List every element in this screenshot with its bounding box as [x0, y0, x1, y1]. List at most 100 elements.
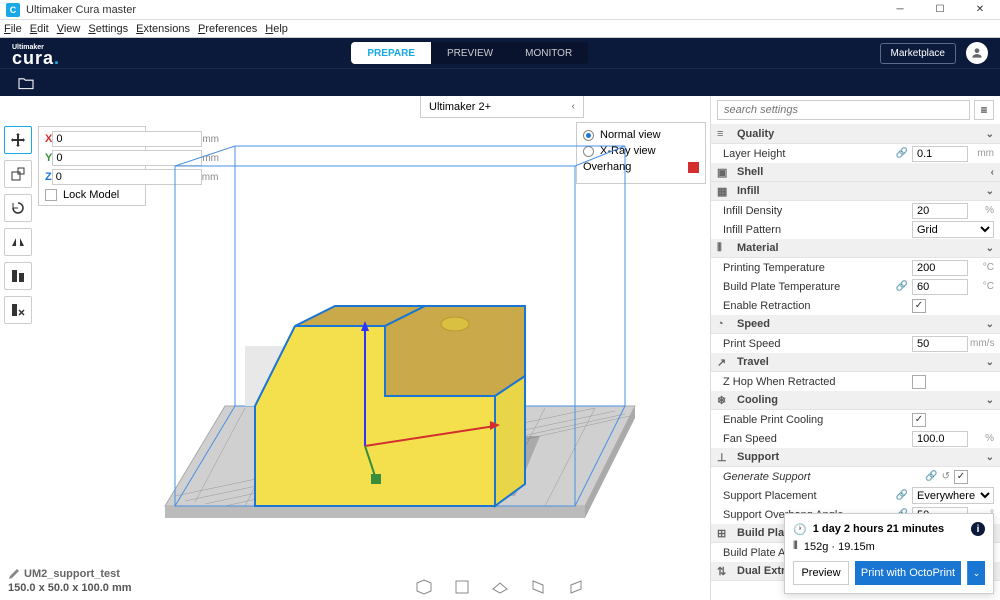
search-settings-input[interactable]	[717, 100, 970, 120]
layer-height-input[interactable]	[912, 146, 968, 162]
print-temp-input[interactable]	[912, 260, 968, 276]
print-speed-input[interactable]	[912, 336, 968, 352]
cat-quality[interactable]: ≡Quality⌄	[711, 125, 1000, 144]
travel-icon: ↗	[717, 356, 731, 369]
chevron-left-icon: ‹	[991, 167, 994, 178]
tab-preview[interactable]: PREVIEW	[431, 42, 509, 64]
cat-travel[interactable]: ↗Travel⌄	[711, 353, 1000, 372]
support-blocker-icon	[10, 302, 26, 318]
tool-per-model[interactable]	[4, 262, 32, 290]
3d-viewport[interactable]: Ultim	[40, 126, 710, 540]
clock-icon: 🕐	[793, 523, 807, 536]
slice-panel: 🕐1 day 2 hours 21 minutesi ⦀152g · 19.15…	[784, 513, 994, 594]
cube-icon	[415, 579, 433, 595]
settings-icon	[10, 268, 26, 284]
filament-icon: ⦀	[793, 540, 798, 553]
link-icon[interactable]: 🔗	[896, 148, 908, 159]
close-button[interactable]: ✕	[960, 0, 1000, 20]
cat-shell[interactable]: ▣Shell‹	[711, 163, 1000, 182]
chevron-down-icon: ⌄	[986, 243, 994, 254]
logo: Ultimaker cura.	[12, 43, 60, 63]
menu-help[interactable]: Help	[265, 23, 288, 35]
app-icon	[6, 3, 20, 17]
view-right-button[interactable]	[564, 576, 588, 598]
dual-icon: ⇅	[717, 565, 731, 578]
titlebar: Ultimaker Cura master ─ ☐ ✕	[0, 0, 1000, 20]
app-title: Ultimaker Cura master	[26, 4, 136, 16]
infill-pattern-select[interactable]: Grid	[912, 221, 994, 238]
cat-support[interactable]: ⊥Support⌄	[711, 448, 1000, 467]
folder-open-icon	[17, 76, 35, 90]
bp-temp-input[interactable]	[912, 279, 968, 295]
quality-icon: ≡	[717, 128, 731, 140]
scale-icon	[10, 166, 26, 182]
mirror-icon	[10, 234, 26, 250]
tool-scale[interactable]	[4, 160, 32, 188]
chevron-down-icon: ⌄	[986, 357, 994, 368]
menubar: File Edit View Settings Extensions Prefe…	[0, 20, 1000, 38]
cooling-checkbox[interactable]: ✓	[912, 413, 926, 427]
cat-infill[interactable]: ▦Infill⌄	[711, 182, 1000, 201]
view-3d-button[interactable]	[412, 576, 436, 598]
chevron-down-icon: ⌄	[986, 186, 994, 197]
tool-move[interactable]	[4, 126, 32, 154]
menu-extensions[interactable]: Extensions	[136, 23, 190, 35]
cat-material[interactable]: ⦀Material⌄	[711, 239, 1000, 258]
infill-icon: ▦	[717, 185, 731, 198]
link-icon[interactable]: 🔗	[925, 471, 937, 482]
tab-prepare[interactable]: PREPARE	[351, 42, 431, 64]
cat-speed[interactable]: ◔Speed⌄	[711, 315, 1000, 334]
marketplace-button[interactable]: Marketplace	[880, 43, 956, 64]
menu-preferences[interactable]: Preferences	[198, 23, 257, 35]
print-button[interactable]: Print with OctoPrint	[855, 561, 961, 585]
open-file-button[interactable]	[12, 71, 40, 95]
support-placement-select[interactable]: Everywhere	[912, 487, 994, 504]
shell-icon: ▣	[717, 166, 731, 179]
tool-rotate[interactable]	[4, 194, 32, 222]
menu-settings[interactable]: Settings	[88, 23, 128, 35]
fan-speed-input[interactable]	[912, 431, 968, 447]
chevron-down-icon: ⌄	[986, 452, 994, 463]
link-icon[interactable]: 🔗	[896, 281, 908, 292]
front-icon	[453, 579, 471, 595]
maximize-button[interactable]: ☐	[920, 0, 960, 20]
tab-monitor[interactable]: MONITOR	[509, 42, 588, 64]
tool-mirror[interactable]	[4, 228, 32, 256]
cat-cooling[interactable]: ❄Cooling⌄	[711, 391, 1000, 410]
menu-edit[interactable]: Edit	[30, 23, 49, 35]
print-dropdown-button[interactable]: ⌄	[967, 561, 985, 585]
bpa-icon: ⊞	[717, 527, 731, 540]
subheader	[0, 68, 1000, 96]
speed-icon: ◔	[717, 318, 731, 330]
model-info: UM2_support_test 150.0 x 50.0 x 100.0 mm	[8, 568, 132, 594]
pencil-icon	[8, 568, 20, 580]
user-icon	[970, 46, 984, 60]
header: Ultimaker cura. PREPARE PREVIEW MONITOR …	[0, 38, 1000, 68]
retraction-checkbox[interactable]: ✓	[912, 299, 926, 313]
menu-view[interactable]: View	[57, 23, 81, 35]
view-top-button[interactable]	[488, 576, 512, 598]
chevron-down-icon: ⌄	[986, 319, 994, 330]
menu-file[interactable]: File	[4, 23, 22, 35]
preview-button[interactable]: Preview	[793, 561, 849, 585]
revert-icon[interactable]: ↺	[942, 471, 950, 482]
infill-density-input[interactable]	[912, 203, 968, 219]
printer-selector[interactable]: Ultimaker 2+ ‹	[420, 96, 584, 118]
settings-menu-button[interactable]: ≡	[974, 100, 994, 120]
view-controls	[412, 576, 588, 598]
gen-support-checkbox[interactable]: ✓	[954, 470, 968, 484]
minimize-button[interactable]: ─	[880, 0, 920, 20]
rotate-icon	[10, 200, 26, 216]
zhop-checkbox[interactable]	[912, 375, 926, 389]
view-front-button[interactable]	[450, 576, 474, 598]
support-icon: ⊥	[717, 451, 731, 464]
account-avatar[interactable]	[966, 42, 988, 64]
chevron-down-icon: ⌄	[986, 395, 994, 406]
view-left-button[interactable]	[526, 576, 550, 598]
link-icon[interactable]: 🔗	[896, 490, 908, 501]
tool-sidebar	[4, 126, 34, 324]
model-mesh	[255, 306, 525, 506]
info-button[interactable]: i	[971, 522, 985, 536]
tool-support-blocker[interactable]	[4, 296, 32, 324]
left-icon	[529, 579, 547, 595]
